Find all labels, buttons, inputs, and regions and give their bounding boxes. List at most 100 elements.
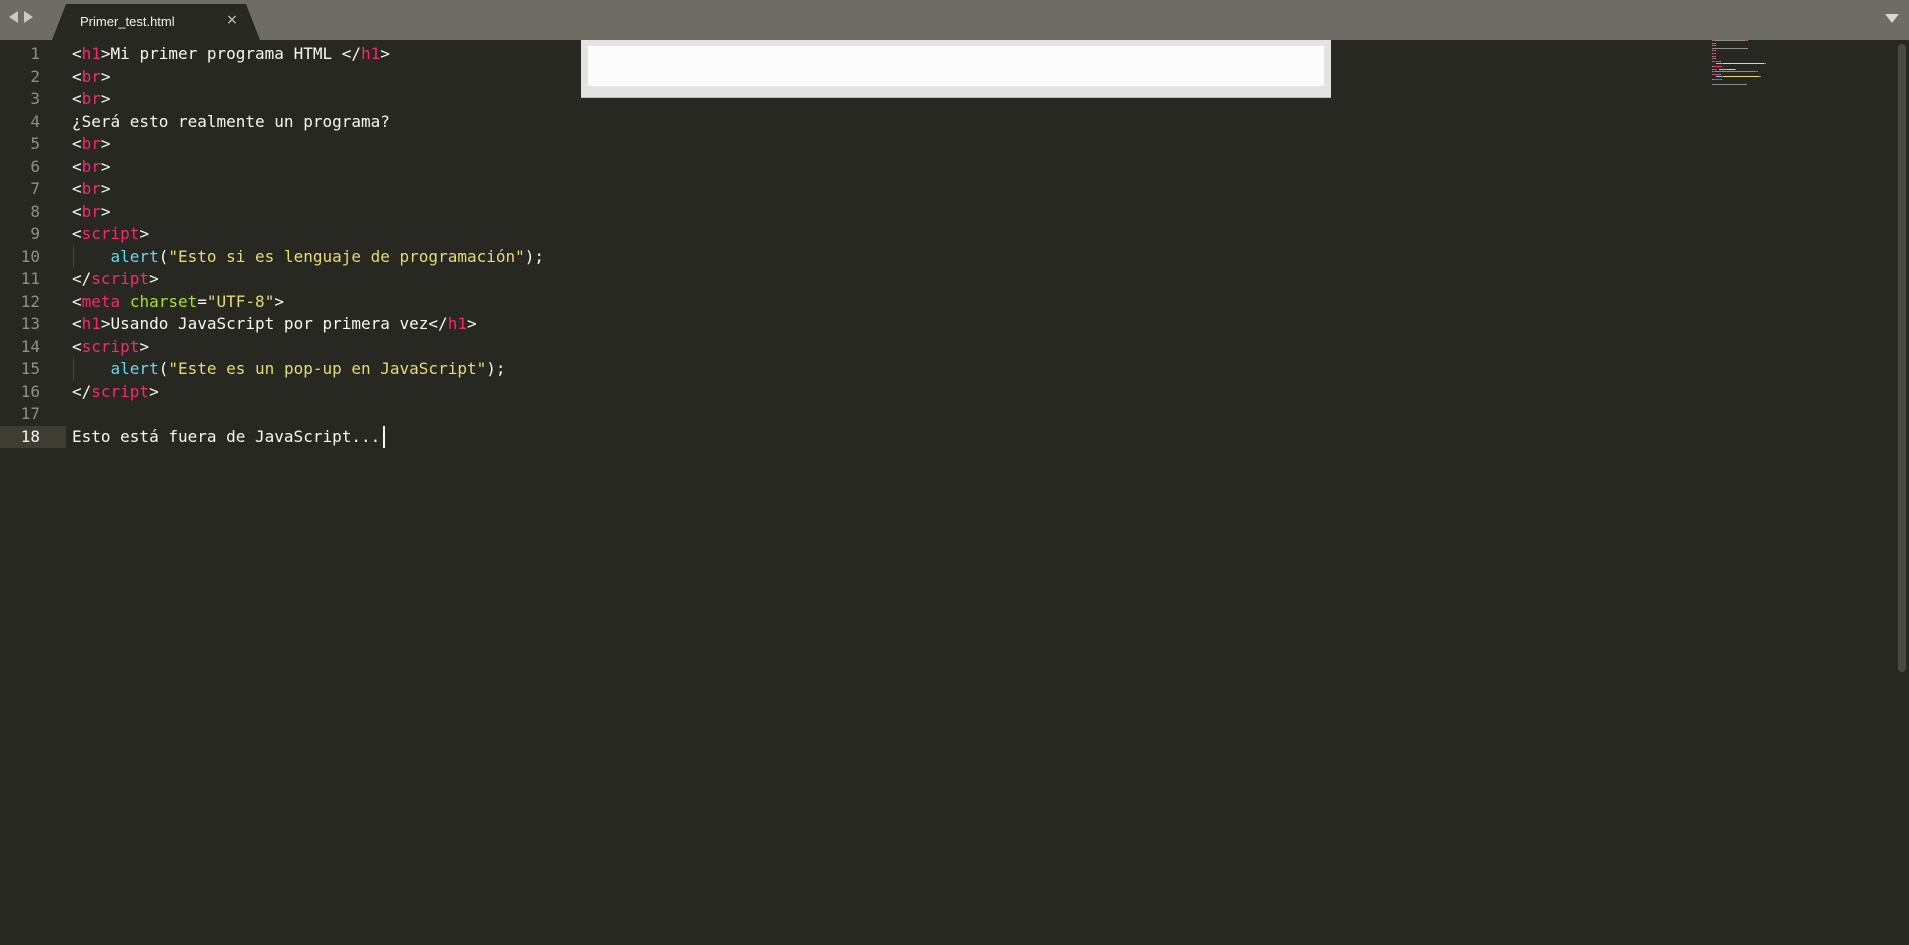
code-token-tag: br <box>81 156 101 176</box>
code-token-tag: script <box>91 381 150 401</box>
code-token-tag: br <box>81 66 101 86</box>
minimap-line <box>1713 60 1720 62</box>
minimap-line <box>1712 47 1749 49</box>
code-token-text: > <box>139 336 150 356</box>
close-icon[interactable]: × <box>224 12 240 28</box>
code-token-text: < <box>72 291 82 311</box>
code-line[interactable]: <br> <box>72 156 111 179</box>
minimap-line <box>1720 66 1722 67</box>
line-number: 7 <box>30 179 40 198</box>
code-line[interactable]: <br> <box>72 178 111 201</box>
code-token-text: > <box>149 269 159 288</box>
code-token-text: >Mi primer programa HTML </ <box>100 44 361 63</box>
code-token-tag: h1 <box>81 44 101 63</box>
code-line[interactable]: alert("Este es un pop-up en JavaScript")… <box>72 358 506 381</box>
code-token-function: alert <box>110 359 159 378</box>
line-number: 4 <box>30 111 40 131</box>
code-token-text: < <box>72 179 82 198</box>
code-line[interactable]: </script> <box>72 268 159 291</box>
code-token-text: > <box>274 291 284 311</box>
minimap-line <box>1713 68 1718 70</box>
code-line[interactable]: <meta charset="UTF-8"> <box>72 291 284 314</box>
code-token-text: > <box>100 89 111 108</box>
code-line[interactable]: </script> <box>72 381 159 404</box>
code-line[interactable]: <h1>Mi primer programa HTML </h1> <box>72 43 390 66</box>
minimap-line <box>1715 55 1717 57</box>
code-token-text: < <box>72 134 82 153</box>
minimap-line <box>1723 63 1764 65</box>
tab-navigation <box>9 11 33 23</box>
chevron-down-icon[interactable] <box>1885 14 1899 23</box>
minimap-line <box>1720 79 1722 80</box>
indent-guide <box>73 358 74 381</box>
code-line[interactable]: <br> <box>72 133 111 156</box>
minimap-line <box>1715 42 1717 44</box>
code-token-text: < <box>72 156 82 176</box>
code-line[interactable]: <br> <box>72 88 111 111</box>
line-number: 1 <box>30 44 40 63</box>
tab-primer-test[interactable]: Primer_test.html × <box>52 4 260 40</box>
line-number: 14 <box>20 336 40 356</box>
code-token-text: > <box>100 134 111 153</box>
code-token-attribute: charset <box>129 291 198 311</box>
code-editor[interactable]: 1 2 3 4 5 6 7 8 9 10 11 12 13 14 15 16 17 18 <h1>Mi prime… <box>0 40 1895 945</box>
line-number: 2 <box>30 66 40 86</box>
code-line[interactable]: <h1>Usando JavaScript por primera vez</h… <box>72 313 477 336</box>
code-token-text: < <box>72 336 82 356</box>
code-line[interactable]: alert("Esto si es lenguaje de programaci… <box>72 246 545 269</box>
code-token-string: "UTF-8" <box>206 291 275 311</box>
code-line[interactable]: <br> <box>72 66 111 89</box>
indent-guide <box>73 245 74 268</box>
minimap-line <box>1757 71 1759 73</box>
line-number: 11 <box>20 269 40 288</box>
line-gutter: 1 2 3 4 5 6 7 8 9 10 11 12 13 14 15 16 17 18 <box>0 40 66 945</box>
minimap-line <box>1713 73 1720 75</box>
code-token-text: < <box>72 224 82 243</box>
minimap-line <box>1715 58 1717 60</box>
arrow-left-icon[interactable] <box>9 11 18 23</box>
line-number: 17 <box>20 404 40 423</box>
line-number: 6 <box>30 156 40 176</box>
code-token-tag: h1 <box>81 314 101 333</box>
code-token-string: "Esto si es lenguaje de programación" <box>168 246 525 266</box>
minimap-line <box>1723 76 1760 78</box>
code-token-text: < <box>72 89 82 108</box>
code-token-tag: script <box>81 336 140 356</box>
minimap-line <box>1719 60 1721 62</box>
alert-panel-content <box>588 46 1324 86</box>
line-number: 18 <box>20 426 40 446</box>
minimap[interactable] <box>1712 40 1812 100</box>
code-token-text: < <box>72 66 82 86</box>
code-token-function: alert <box>110 246 159 266</box>
code-line[interactable]: <script> <box>72 336 149 359</box>
code-token-text: > <box>149 381 159 401</box>
code-token-text: > <box>380 44 390 63</box>
code-token-tag: meta <box>81 291 121 311</box>
line-number: 10 <box>20 246 40 266</box>
code-token-tag: br <box>81 89 101 108</box>
code-token-text: < <box>72 44 82 63</box>
code-line[interactable]: Esto está fuera de JavaScript... <box>72 426 380 449</box>
code-token-tag: script <box>91 269 150 288</box>
minimap-line <box>1759 76 1762 78</box>
vertical-scrollbar[interactable] <box>1895 40 1909 945</box>
code-token-text: < <box>72 314 82 333</box>
minimap-line <box>1715 50 1717 52</box>
code-line[interactable]: ¿Será esto realmente un programa? <box>72 111 390 134</box>
tab-bar: Primer_test.html × <box>0 0 1909 40</box>
minimap-line <box>1715 71 1755 73</box>
line-number: 16 <box>20 381 40 401</box>
code-line[interactable]: <br> <box>72 201 111 224</box>
code-token-text: ¿Será esto realmente un programa? <box>72 111 390 131</box>
line-number: 3 <box>30 89 40 108</box>
code-token-text: > <box>139 224 150 243</box>
code-token-tag: br <box>81 134 101 153</box>
arrow-right-icon[interactable] <box>24 11 33 23</box>
code-token-text: ); <box>486 359 506 378</box>
scrollbar-thumb[interactable] <box>1898 44 1906 672</box>
code-line[interactable]: <script> <box>72 223 149 246</box>
alert-panel <box>581 40 1331 98</box>
